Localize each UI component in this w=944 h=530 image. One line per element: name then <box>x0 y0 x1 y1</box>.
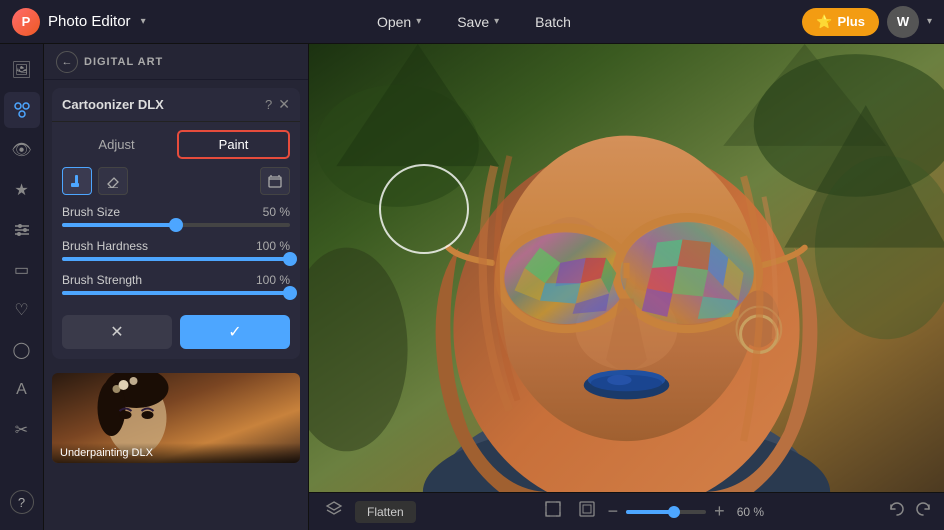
help-button[interactable]: ? <box>265 97 272 112</box>
fit-screen-icon-btn[interactable] <box>540 496 566 527</box>
confirm-button[interactable]: ✓ <box>180 315 290 349</box>
circle-icon-btn[interactable]: ◯ <box>4 332 40 368</box>
panel-header: ← DIGITAL ART <box>44 44 308 80</box>
brush-strength-row: Brush Strength 100 % <box>62 273 290 287</box>
heart-icon-btn[interactable]: ♡ <box>4 292 40 328</box>
brush-strength-val: 100 % <box>256 273 290 287</box>
effects-icon-btn[interactable] <box>4 92 40 128</box>
layers-icon-btn[interactable] <box>321 496 347 527</box>
thumbnail-underpainting[interactable]: Underpainting DLX <box>52 373 300 463</box>
topbar: P Photo Editor ▾ Open ▾ Save ▾ Batch ⭐ P… <box>0 0 944 44</box>
delete-btn[interactable] <box>260 167 290 195</box>
fullscreen-icon-btn[interactable] <box>574 496 600 527</box>
brush-hardness-label: Brush Hardness <box>62 239 148 253</box>
redo-button[interactable] <box>914 500 932 523</box>
tab-adjust[interactable]: Adjust <box>62 130 171 159</box>
section-title: DIGITAL ART <box>84 56 163 68</box>
crop-icon-btn[interactable]: ✂ <box>4 412 40 448</box>
avatar-caret[interactable]: ▾ <box>927 16 932 27</box>
thumbnail-label: Underpainting DLX <box>52 443 300 463</box>
app-logo: P <box>12 8 40 36</box>
flatten-button[interactable]: Flatten <box>355 501 416 523</box>
app-title: Photo Editor <box>48 13 131 30</box>
batch-button[interactable]: Batch <box>521 8 585 36</box>
canvas-svg <box>309 44 944 492</box>
main-area: 🖼 👁 ★ ▭ ♡ ◯ A ✂ ? <box>0 44 944 530</box>
brush-strength-label: Brush Strength <box>62 273 142 287</box>
canvas-area: Flatten − <box>309 44 944 530</box>
cartoonizer-title: Cartoonizer DLX <box>62 97 259 112</box>
brush-hardness-row: Brush Hardness 100 % <box>62 239 290 253</box>
tab-paint[interactable]: Paint <box>177 130 290 159</box>
image-icon-btn[interactable]: 🖼 <box>4 52 40 88</box>
brush-size-val: 50 % <box>263 205 290 219</box>
star-icon: ⭐ <box>816 14 832 30</box>
brush-hardness-slider[interactable] <box>62 257 290 261</box>
zoom-out-button[interactable]: − <box>608 501 619 522</box>
title-caret[interactable]: ▾ <box>141 16 146 27</box>
cartoonizer-header: Cartoonizer DLX ? ✕ <box>52 88 300 122</box>
adjust-icon-btn[interactable] <box>4 212 40 248</box>
eye-icon-btn[interactable]: 👁 <box>4 132 40 168</box>
open-button[interactable]: Open ▾ <box>363 8 435 36</box>
erase-tool-btn[interactable] <box>98 167 128 195</box>
undo-button[interactable] <box>888 500 906 523</box>
close-button[interactable]: ✕ <box>278 96 290 113</box>
rect-icon-btn[interactable]: ▭ <box>4 252 40 288</box>
icon-bar: 🖼 👁 ★ ▭ ♡ ◯ A ✂ ? <box>0 44 44 530</box>
brush-strength-slider[interactable] <box>62 291 290 295</box>
zoom-slider[interactable] <box>626 510 706 514</box>
side-panel: ← DIGITAL ART Cartoonizer DLX ? ✕ Adjust <box>44 44 309 530</box>
paint-tool-btn[interactable] <box>62 167 92 195</box>
cartoonizer-panel: Cartoonizer DLX ? ✕ Adjust Paint <box>52 88 300 359</box>
plus-button[interactable]: ⭐ Plus <box>802 8 879 36</box>
avatar-button[interactable]: W <box>887 6 919 38</box>
action-row: ✕ ✓ <box>52 307 300 349</box>
brush-size-label: Brush Size <box>62 205 120 219</box>
tab-bar: Adjust Paint <box>52 122 300 159</box>
brush-size-slider[interactable] <box>62 223 290 227</box>
bottom-bar: Flatten − <box>309 492 944 530</box>
star-icon-btn[interactable]: ★ <box>4 172 40 208</box>
brush-size-row: Brush Size 50 % <box>62 205 290 219</box>
zoom-value: 60 % <box>737 505 764 519</box>
tool-row <box>52 159 300 195</box>
thumbnail-strip: Underpainting DLX <box>44 367 308 530</box>
help-icon-btn[interactable]: ? <box>10 490 34 514</box>
back-button[interactable]: ← <box>56 51 78 73</box>
sliders: Brush Size 50 % Brush Hardness 100 % Bru… <box>52 195 300 295</box>
cancel-button[interactable]: ✕ <box>62 315 172 349</box>
canvas-container[interactable] <box>309 44 944 492</box>
save-button[interactable]: Save ▾ <box>443 8 513 36</box>
zoom-in-button[interactable]: + <box>714 501 725 522</box>
text-icon-btn[interactable]: A <box>4 372 40 408</box>
brush-hardness-val: 100 % <box>256 239 290 253</box>
